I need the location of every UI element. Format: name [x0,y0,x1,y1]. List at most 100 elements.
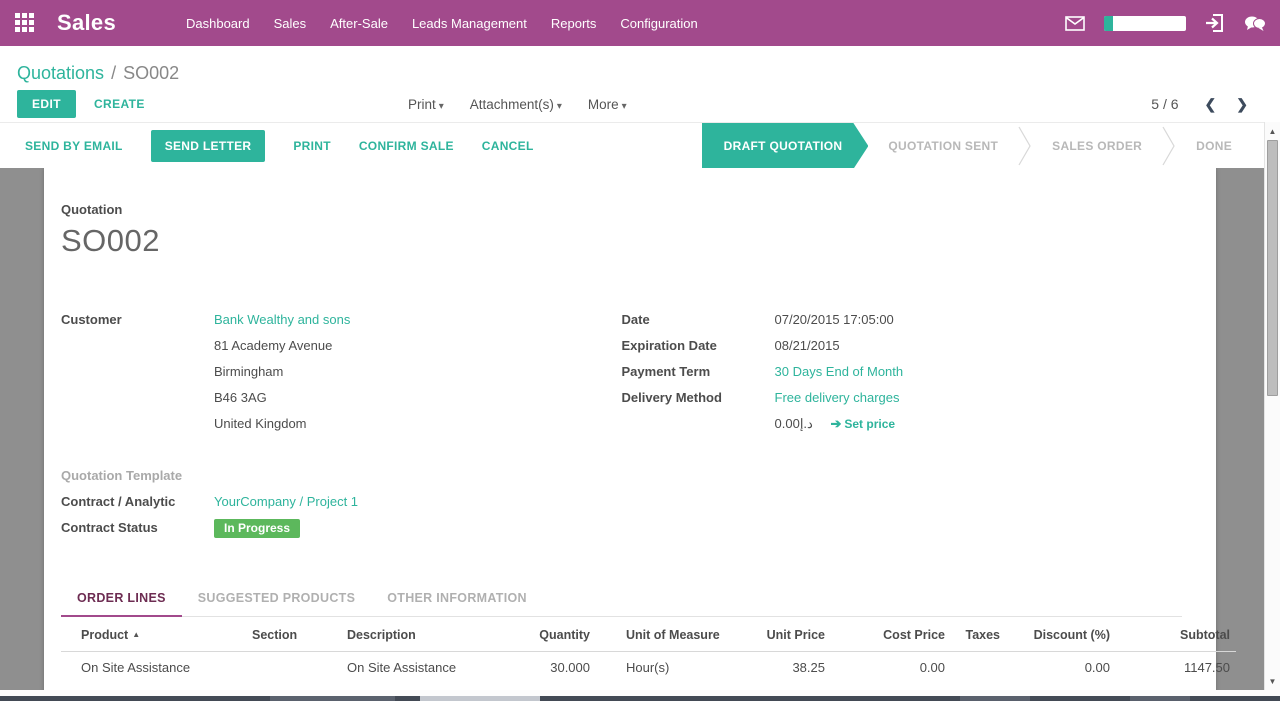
date-value: 07/20/2015 17:05:00 [775,307,894,333]
form-view-area: Quotation SO002 Customer Bank Wealthy an… [0,168,1280,690]
send-letter-button[interactable]: SEND LETTER [151,130,266,162]
print-dropdown[interactable]: Print▾ [408,97,444,112]
step-draft-quotation[interactable]: DRAFT QUOTATION [702,123,869,169]
col-header-unit-of-measure[interactable]: Unit of Measure [596,619,721,652]
chevron-down-icon: ▾ [622,101,627,112]
scroll-up-icon[interactable]: ▲ [1265,124,1280,138]
step-quotation-sent[interactable]: QUOTATION SENT [868,123,1018,169]
tab-order-lines[interactable]: ORDER LINES [61,583,182,617]
cell-product[interactable]: On Site Monitoring [61,683,246,690]
col-header-taxes[interactable]: Taxes [951,619,1006,652]
send-by-email-button[interactable]: SEND BY EMAIL [25,139,123,153]
cell-discount[interactable]: 0.00 [1006,683,1116,690]
status-steps: DRAFT QUOTATION QUOTATION SENT SALES ORD… [702,123,1252,169]
breadcrumb: Quotations / SO002 [0,46,1280,86]
date-label: Date [622,307,775,333]
cell-description[interactable]: Service on demand [341,683,506,690]
cancel-button[interactable]: CANCEL [482,139,534,153]
order-line-row[interactable]: On Site Assistance On Site Assistance 30… [61,652,1236,684]
col-header-discount[interactable]: Discount (%) [1006,619,1116,652]
nav-item-configuration[interactable]: Configuration [608,1,709,46]
tab-other-information[interactable]: OTHER INFORMATION [371,583,543,616]
pager-next-icon[interactable]: ❯ [1226,96,1258,113]
nav-right-icons [1046,12,1266,34]
confirm-sale-button[interactable]: CONFIRM SALE [359,139,454,153]
quotation-template-label: Quotation Template [61,463,214,489]
step-sales-order[interactable]: SALES ORDER [1032,123,1162,169]
cell-cost-price[interactable]: 0.00 [831,683,951,690]
payment-term-link[interactable]: 30 Days End of Month [775,364,904,379]
nav-item-leads-management[interactable]: Leads Management [400,1,539,46]
customer-address-line: 81 Academy Avenue [214,333,622,359]
nav-item-after-sale[interactable]: After-Sale [318,1,400,46]
cell-description[interactable]: On Site Assistance [341,652,506,684]
col-header-quantity[interactable]: Quantity [506,619,596,652]
payment-term-label: Payment Term [622,359,775,385]
scroll-down-icon[interactable]: ▼ [1265,674,1280,688]
more-dropdown[interactable]: More▾ [588,97,627,112]
expiration-date-label: Expiration Date [622,333,775,359]
tab-suggested-products[interactable]: SUGGESTED PRODUCTS [182,583,372,616]
vertical-scrollbar[interactable]: ▲ ▼ [1264,122,1280,690]
order-lines-table: Product▲ Section Description Quantity Un… [61,619,1236,690]
cell-cost-price[interactable]: 0.00 [831,652,951,684]
cell-discount[interactable]: 0.00 [1006,652,1116,684]
cell-uom[interactable]: Hour(s) [596,652,721,684]
breadcrumb-quotations-link[interactable]: Quotations [17,63,104,84]
col-header-subtotal[interactable]: Subtotal [1116,619,1236,652]
scrollbar-thumb[interactable] [1267,140,1278,396]
order-line-row[interactable]: On Site Monitoring Service on demand 24.… [61,683,1236,690]
quotation-sheet: Quotation SO002 Customer Bank Wealthy an… [44,168,1216,690]
cell-quantity[interactable]: 30.000 [506,652,596,684]
arrow-right-icon: ➔ [830,416,841,431]
pager-previous-icon[interactable]: ❮ [1195,96,1227,113]
pager-count: 5 / 6 [1151,96,1178,112]
contract-analytic-link[interactable]: YourCompany / Project 1 [214,494,358,509]
planner-progress-bar[interactable] [1104,16,1186,31]
create-button[interactable]: CREATE [94,97,145,111]
step-chevron-icon [1162,123,1176,169]
taskbar-edge [0,696,1280,701]
col-header-section[interactable]: Section [246,619,341,652]
nav-item-dashboard[interactable]: Dashboard [174,1,262,46]
delivery-price-value: 0.00د.إ [775,416,813,431]
envelope-icon[interactable] [1064,12,1086,34]
print-button[interactable]: PRINT [293,139,331,153]
customer-link[interactable]: Bank Wealthy and sons [214,312,350,327]
col-header-unit-price[interactable]: Unit Price [721,619,831,652]
cell-unit-price[interactable]: 75.00 [721,683,831,690]
cell-subtotal[interactable]: 1800.00 [1116,683,1236,690]
cell-taxes[interactable] [951,652,1006,684]
contract-status-badge: In Progress [214,519,300,538]
col-header-description[interactable]: Description [341,619,506,652]
nav-item-reports[interactable]: Reports [539,1,609,46]
cell-taxes[interactable] [951,683,1006,690]
notebook-tabs: ORDER LINES SUGGESTED PRODUCTS OTHER INF… [61,583,1182,617]
cell-uom[interactable]: Hour(s) [596,683,721,690]
step-chevron-icon [1018,123,1032,169]
top-navbar: Sales Dashboard Sales After-Sale Leads M… [0,0,1280,46]
col-header-cost-price[interactable]: Cost Price [831,619,951,652]
step-done[interactable]: DONE [1176,123,1252,169]
apps-grid-icon[interactable] [15,13,35,33]
customer-label: Customer [61,307,214,333]
cell-quantity[interactable]: 24.000 [506,683,596,690]
sign-in-icon[interactable] [1204,12,1226,34]
cell-product[interactable]: On Site Assistance [61,652,246,684]
cell-unit-price[interactable]: 38.25 [721,652,831,684]
app-title[interactable]: Sales [57,10,116,36]
cell-section[interactable] [246,652,341,684]
cell-section[interactable] [246,683,341,690]
nav-item-sales[interactable]: Sales [262,1,319,46]
col-header-product[interactable]: Product▲ [61,619,246,652]
customer-address-line: United Kingdom [214,411,622,437]
attachments-dropdown[interactable]: Attachment(s)▾ [470,97,562,112]
edit-button[interactable]: EDIT [17,90,76,118]
delivery-method-link[interactable]: Free delivery charges [775,390,900,405]
cell-subtotal[interactable]: 1147.50 [1116,652,1236,684]
record-name: SO002 [61,223,1182,259]
set-price-button[interactable]: ➔Set price [830,417,895,431]
chat-bubbles-icon[interactable] [1244,12,1266,34]
delivery-method-label: Delivery Method [622,385,775,411]
expiration-date-value: 08/21/2015 [775,333,840,359]
